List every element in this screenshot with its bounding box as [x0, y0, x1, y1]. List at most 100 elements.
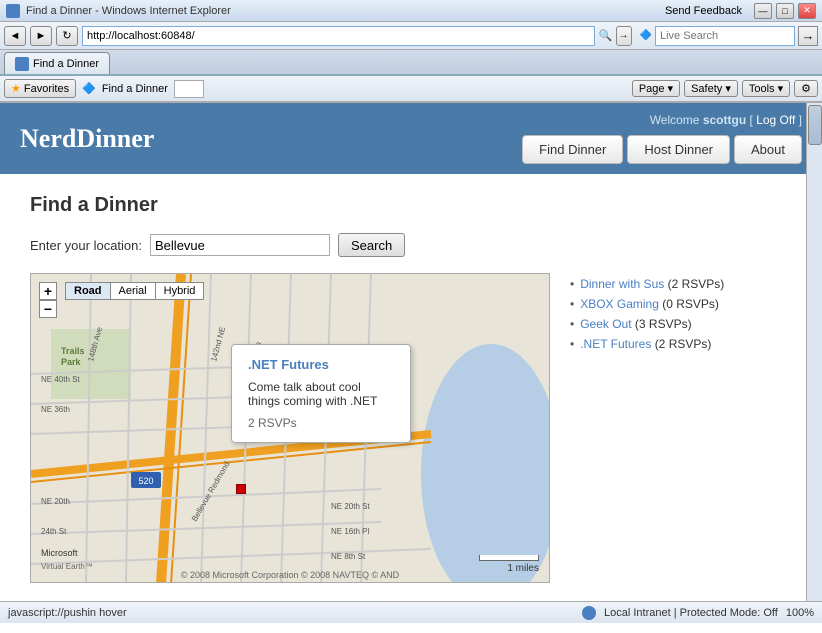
svg-text:Virtual Earth™: Virtual Earth™ — [41, 562, 93, 571]
maximize-button[interactable]: □ — [776, 3, 794, 19]
result-count-1: (0 RSVPs) — [662, 297, 719, 311]
go-button[interactable]: → — [616, 26, 632, 46]
result-count-0: (2 RSVPs) — [668, 277, 725, 291]
status-right: Local Intranet | Protected Mode: Off 100… — [582, 606, 814, 620]
window-title: Find a Dinner - Windows Internet Explore… — [26, 5, 231, 17]
host-dinner-nav[interactable]: Host Dinner — [627, 135, 730, 164]
scrollbar[interactable] — [806, 103, 822, 601]
main-content: Find a Dinner Enter your location: Searc… — [0, 174, 822, 601]
site-header: NerdDinner Welcome scottgu [ Log Off ] F… — [0, 103, 822, 174]
list-item: • Dinner with Sus (2 RSVPs) — [570, 277, 792, 291]
page-heading: Find a Dinner — [30, 194, 792, 217]
result-link-1[interactable]: XBOX Gaming — [580, 297, 659, 311]
welcome-text: Welcome scottgu [ Log Off ] — [522, 113, 802, 127]
result-count-2: (3 RSVPs) — [635, 317, 692, 331]
map-scale-label: 1 miles — [507, 563, 539, 574]
result-count-3: (2 RSVPs) — [655, 337, 712, 351]
favorites-label: Favorites — [24, 83, 69, 95]
search-button[interactable]: Search — [338, 233, 405, 257]
star-icon: ★ — [11, 82, 21, 95]
forward-button[interactable]: ► — [30, 26, 52, 46]
tab-icon-toolbar: 🔷 — [82, 82, 96, 95]
browser-search-go[interactable]: → — [798, 26, 818, 46]
list-item: • XBOX Gaming (0 RSVPs) — [570, 297, 792, 311]
svg-text:520: 520 — [138, 476, 153, 486]
status-icon — [582, 606, 596, 620]
location-form: Enter your location: Search — [30, 233, 792, 257]
find-dinner-nav[interactable]: Find Dinner — [522, 135, 623, 164]
svg-text:NE 40th St: NE 40th St — [41, 375, 80, 384]
popup-description: Come talk about cool things coming with … — [248, 380, 394, 408]
svg-text:24th St: 24th St — [41, 527, 67, 536]
popup-title-link[interactable]: .NET Futures — [248, 357, 394, 372]
address-bar[interactable] — [82, 26, 595, 46]
svg-text:Trails: Trails — [61, 346, 85, 356]
zoom-out-button[interactable]: − — [39, 300, 57, 318]
svg-text:NE 16th Pl: NE 16th Pl — [331, 527, 369, 536]
location-input[interactable] — [150, 234, 330, 256]
map-area[interactable]: + − Road Aerial Hybrid — [30, 273, 550, 583]
back-button[interactable]: ◄ — [4, 26, 26, 46]
result-link-3[interactable]: .NET Futures — [580, 337, 651, 351]
scrollbar-thumb[interactable] — [808, 105, 822, 145]
toolbar-bar: ★ Favorites 🔷 Find a Dinner Page ▾ Safet… — [0, 76, 822, 102]
favorites-button[interactable]: ★ Favorites — [4, 79, 76, 98]
tabs-bar: Find a Dinner — [0, 50, 822, 76]
svg-text:NE 8th St: NE 8th St — [331, 552, 366, 561]
popup-rsvps: 2 RSVPs — [248, 416, 394, 430]
username: scottgu — [703, 113, 746, 127]
map-scale-bar — [479, 555, 539, 561]
minimize-button[interactable]: — — [754, 3, 772, 19]
svg-text:NE 20th St: NE 20th St — [331, 502, 370, 511]
close-button[interactable]: ✕ — [798, 3, 816, 19]
svg-text:Park: Park — [61, 357, 82, 367]
location-label: Enter your location: — [30, 238, 142, 253]
map-type-hybrid[interactable]: Hybrid — [155, 282, 205, 300]
about-nav[interactable]: About — [734, 135, 802, 164]
log-off-link[interactable]: Log Off — [756, 113, 795, 127]
list-item: • Geek Out (3 RSVPs) — [570, 317, 792, 331]
title-bar: Find a Dinner - Windows Internet Explore… — [0, 0, 822, 22]
status-left: javascript://pushin hover — [8, 607, 127, 619]
ie-icon — [6, 4, 20, 18]
site-title: NerdDinner — [20, 124, 154, 154]
zoom-in-button[interactable]: + — [39, 282, 57, 300]
map-type-aerial[interactable]: Aerial — [110, 282, 155, 300]
list-item: • .NET Futures (2 RSVPs) — [570, 337, 792, 351]
header-right: Welcome scottgu [ Log Off ] Find Dinner … — [522, 113, 802, 164]
send-feedback-link[interactable]: Send Feedback — [665, 5, 742, 17]
map-results-container: + − Road Aerial Hybrid — [30, 273, 792, 583]
map-type-bar: Road Aerial Hybrid — [65, 282, 204, 300]
status-bar: javascript://pushin hover Local Intranet… — [0, 601, 822, 623]
nav-bar: ◄ ► ↻ 🔍 → 🔷 → — [0, 22, 822, 50]
result-link-0[interactable]: Dinner with Sus — [580, 277, 664, 291]
bullet-icon: • — [570, 317, 574, 331]
toolbar-tab-label: Find a Dinner — [102, 83, 168, 95]
settings-btn[interactable]: ⚙ — [794, 80, 818, 97]
welcome-label: Welcome — [650, 113, 700, 127]
page-menu[interactable]: Page ▾ — [632, 80, 680, 97]
map-scale: 1 miles — [479, 555, 539, 574]
result-link-2[interactable]: Geek Out — [580, 317, 631, 331]
svg-text:NE 36th: NE 36th — [41, 405, 70, 414]
svg-text:Microsoft: Microsoft — [41, 548, 78, 558]
browser-search-input[interactable] — [655, 26, 795, 46]
tools-menu[interactable]: Tools ▾ — [742, 80, 790, 97]
bullet-icon: • — [570, 277, 574, 291]
map-popup: .NET Futures Come talk about cool things… — [231, 344, 411, 443]
page-wrapper: NerdDinner Welcome scottgu [ Log Off ] F… — [0, 103, 822, 601]
tab-icon — [15, 57, 29, 71]
zoom-level: 100% — [786, 607, 814, 619]
map-controls: + − — [39, 282, 57, 318]
bullet-icon: • — [570, 337, 574, 351]
toolbar-right: Page ▾ Safety ▾ Tools ▾ ⚙ — [632, 80, 818, 97]
safety-menu[interactable]: Safety ▾ — [684, 80, 738, 97]
tab-label: Find a Dinner — [33, 58, 99, 70]
bullet-icon: • — [570, 297, 574, 311]
thumbnail-box — [174, 80, 204, 98]
refresh-button[interactable]: ↻ — [56, 26, 78, 46]
map-type-road[interactable]: Road — [65, 282, 110, 300]
active-tab[interactable]: Find a Dinner — [4, 52, 110, 74]
map-copyright: © 2008 Microsoft Corporation © 2008 NAVT… — [181, 570, 399, 580]
map-marker — [236, 484, 246, 494]
